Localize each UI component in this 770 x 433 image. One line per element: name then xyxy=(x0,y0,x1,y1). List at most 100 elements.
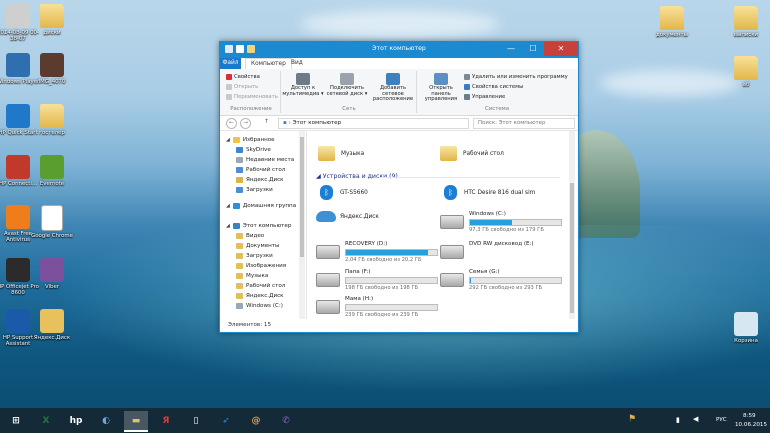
nav-item[interactable]: ◢ Домашняя группа xyxy=(226,203,296,209)
add-network-location-button[interactable]: Добавить сетевое расположение xyxy=(370,73,416,103)
device-item[interactable]: ᛒ HTC Desire 816 dual sim xyxy=(444,185,535,200)
ribbon-group-label: Расположение xyxy=(230,106,272,112)
manage-button[interactable]: Управление xyxy=(464,94,505,100)
system-properties-button[interactable]: Свойства системы xyxy=(464,84,523,90)
desktop-icon[interactable]: аб xyxy=(724,56,768,88)
clock-date[interactable]: 10.06.2015 xyxy=(735,422,767,428)
uninstall-program-button[interactable]: Удалить или изменить программу xyxy=(464,74,568,80)
nav-item[interactable]: Музыка xyxy=(236,273,268,279)
nav-item[interactable]: Документы xyxy=(236,243,279,249)
folder-label: Рабочий стол xyxy=(463,150,504,157)
taskbar-yandex-icon[interactable]: Я xyxy=(154,411,178,430)
nav-item[interactable]: Рабочий стол xyxy=(236,283,285,289)
desktop-icon[interactable]: документы xyxy=(650,6,694,38)
desktop-icon[interactable]: гостелер xyxy=(30,104,74,136)
folder-music[interactable]: Музыка xyxy=(318,146,364,161)
nav-item-label: Яндекс.Диск xyxy=(246,293,284,299)
drive-item[interactable]: RECOVERY (D:) 2,04 ГБ свободно из 20,2 ГБ xyxy=(316,241,438,263)
taskbar-hp-quick-start-icon[interactable]: ➶ xyxy=(214,411,238,430)
title-bar[interactable]: Этот компьютер — ☐ ✕ xyxy=(220,42,578,58)
nav-item[interactable]: Загрузки xyxy=(236,187,273,193)
chevron-down-icon[interactable]: ◢ xyxy=(226,223,230,229)
up-button[interactable]: ↑ xyxy=(262,118,271,127)
desktop-icon[interactable]: Viber xyxy=(30,258,74,290)
search-input[interactable]: Поиск: Этот компьютер xyxy=(473,118,575,129)
taskbar-document-icon[interactable]: ▯ xyxy=(184,411,208,430)
network-icon[interactable]: ▮ xyxy=(676,416,680,424)
drive-item[interactable]: DVD RW дисковод (E:) xyxy=(440,241,534,259)
rename-button[interactable]: Переименовать xyxy=(226,94,278,100)
desktop-icon[interactable]: Корзина xyxy=(724,312,768,344)
chevron-down-icon[interactable]: ◢ xyxy=(226,137,230,143)
manage-icon xyxy=(464,94,470,100)
nav-item[interactable]: ◢ Избранное xyxy=(226,137,275,143)
drive-item[interactable]: Мама (H:) 239 ГБ свободно из 239 ГБ xyxy=(316,296,438,318)
media-access-button[interactable]: Доступ к мультимедиа ▾ xyxy=(282,73,324,97)
minimize-button[interactable]: — xyxy=(500,42,522,56)
desktop-icon[interactable]: Яндекс.Диск xyxy=(30,309,74,341)
desktop-icon[interactable]: Evernote xyxy=(30,155,74,187)
photo-icon xyxy=(40,53,64,77)
taskbar-excel-icon[interactable]: X xyxy=(34,411,58,430)
ribbon: Свойства Открыть Переименовать Расположе… xyxy=(220,69,578,116)
tab-view[interactable]: Вид xyxy=(286,58,308,69)
nav-item[interactable]: Недавние места xyxy=(236,157,294,163)
map-network-drive-button[interactable]: Подключить сетевой диск ▾ xyxy=(326,73,368,97)
clock-time[interactable]: 8:59 xyxy=(743,413,756,419)
back-button[interactable]: ← xyxy=(226,118,237,129)
nav-item[interactable]: Рабочий стол xyxy=(236,167,285,173)
drive-label: RECOVERY (D:) xyxy=(345,241,388,247)
nav-item[interactable]: Изображения xyxy=(236,263,286,269)
taskbar-media-player-icon[interactable]: ◐ xyxy=(94,411,118,430)
forward-button[interactable]: → xyxy=(240,118,251,129)
taskbar-viber-icon[interactable]: ✆ xyxy=(274,411,298,430)
nav-scrollbar[interactable] xyxy=(299,131,305,319)
taskbar-mail-icon[interactable]: @ xyxy=(244,411,268,430)
chevron-down-icon[interactable]: ◢ xyxy=(226,203,230,209)
open-button[interactable]: Открыть xyxy=(226,84,258,90)
volume-icon[interactable]: ◀ xyxy=(693,415,698,423)
taskbar-hp-icon[interactable]: hp xyxy=(64,411,88,430)
nav-item-icon xyxy=(236,233,243,239)
drive-label: Windows (C:) xyxy=(469,211,506,217)
device-item[interactable]: Яндекс.Диск xyxy=(316,211,379,222)
nav-item[interactable]: Загрузки xyxy=(236,253,273,259)
desktop-icon[interactable]: диски xyxy=(30,4,74,36)
desktop-icon[interactable]: Google Chrome xyxy=(30,205,74,239)
device-item[interactable]: ᛒ GT-S5660 xyxy=(320,185,368,200)
network-drive-icon xyxy=(340,73,354,85)
nav-item[interactable]: Видео xyxy=(236,233,264,239)
content-scroll-thumb[interactable] xyxy=(570,183,574,313)
drive-item[interactable]: Windows (C:) 97,3 ГБ свободно из 179 ГБ xyxy=(440,211,562,233)
desktop-icon[interactable]: выписки xyxy=(724,6,768,38)
ribbon-item-label: Удалить или изменить программу xyxy=(472,74,568,80)
nav-item[interactable]: Яндекс.Диск xyxy=(236,293,284,299)
tab-file[interactable]: Файл xyxy=(220,58,241,69)
properties-button[interactable]: Свойства xyxy=(226,74,260,80)
maximize-button[interactable]: ☐ xyxy=(522,42,544,56)
hard-drive-icon xyxy=(316,273,340,287)
taskbar-explorer-icon[interactable]: ▬ xyxy=(124,411,148,432)
content-scrollbar[interactable] xyxy=(569,131,575,319)
nav-item[interactable]: ◢ Этот компьютер xyxy=(226,223,291,229)
taskbar-windows-start-icon[interactable]: ⊞ xyxy=(4,411,28,430)
nav-scroll-thumb[interactable] xyxy=(300,137,304,257)
folder-icon xyxy=(440,146,457,161)
language-indicator[interactable]: РУС xyxy=(716,417,727,423)
drive-item[interactable]: Семья (G:) 292 ГБ свободно из 293 ГБ xyxy=(440,269,562,291)
nav-item[interactable]: SkyDrive xyxy=(236,147,271,153)
explorer-window[interactable]: Этот компьютер — ☐ ✕ Файл Компьютер Вид … xyxy=(219,41,579,333)
nav-item-label: Этот компьютер xyxy=(242,223,292,229)
ribbon-item-label: Открыть xyxy=(234,84,259,90)
address-bar[interactable]: ▪ › Этот компьютер xyxy=(278,118,469,129)
close-button[interactable]: ✕ xyxy=(544,42,578,56)
folder-desktop[interactable]: Рабочий стол xyxy=(440,146,504,161)
nav-item-icon xyxy=(232,203,240,209)
nav-item[interactable]: Яндекс.Диск xyxy=(236,177,284,183)
nav-item[interactable]: Windows (C:) xyxy=(236,303,283,309)
question-icon xyxy=(6,309,30,333)
action-center-icon[interactable]: ⚑ xyxy=(628,414,636,424)
desktop-icon[interactable]: IMG_4070 xyxy=(30,53,74,85)
drive-item[interactable]: Папа (F:) 198 ГБ свободно из 198 ГБ xyxy=(316,269,438,291)
open-control-panel-button[interactable]: Открыть панель управления xyxy=(420,73,462,103)
